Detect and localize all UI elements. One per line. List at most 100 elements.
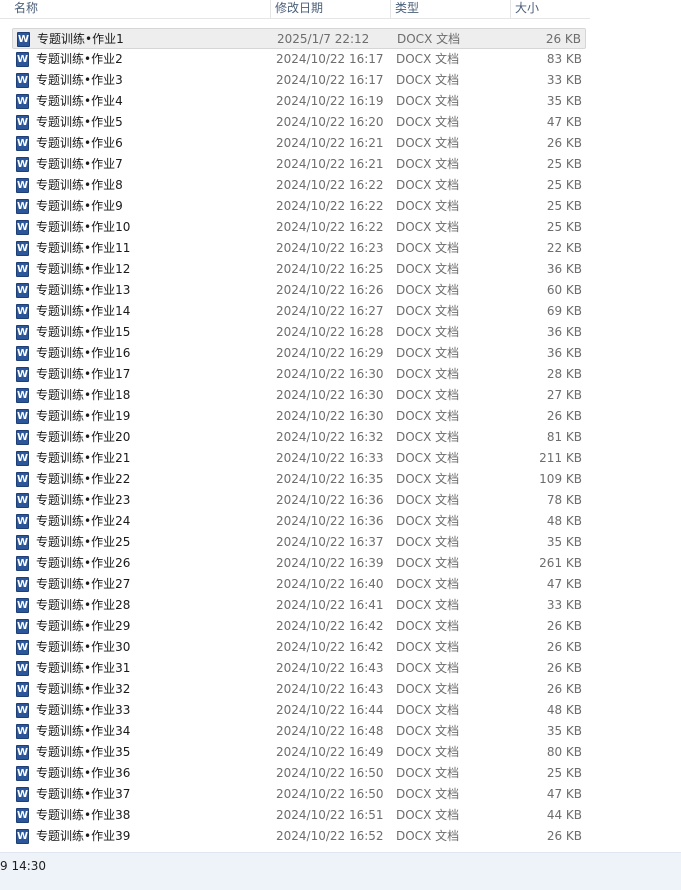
file-row[interactable]: W 专题训练•作业12 2024/10/22 16:25 DOCX 文档 36 KB <box>12 259 586 280</box>
file-row[interactable]: W 专题训练•作业30 2024/10/22 16:42 DOCX 文档 26 KB <box>12 637 586 658</box>
file-date: 2024/10/22 16:43 <box>276 661 384 675</box>
file-row[interactable]: W 专题训练•作业18 2024/10/22 16:30 DOCX 文档 27 KB <box>12 385 586 406</box>
file-row[interactable]: W 专题训练•作业39 2024/10/22 16:52 DOCX 文档 26 KB <box>12 826 586 847</box>
file-row[interactable]: W 专题训练•作业23 2024/10/22 16:36 DOCX 文档 78 KB <box>12 490 586 511</box>
word-doc-icon: W <box>16 283 29 298</box>
file-date: 2024/10/22 16:50 <box>276 766 384 780</box>
file-date: 2024/10/22 16:48 <box>276 724 384 738</box>
file-size: 25 KB <box>546 199 582 213</box>
status-text: 9 14:30 <box>0 859 47 873</box>
file-row[interactable]: W 专题训练•作业34 2024/10/22 16:48 DOCX 文档 35 KB <box>12 721 586 742</box>
column-header-name[interactable]: 名称 <box>10 0 270 18</box>
file-row[interactable]: W 专题训练•作业14 2024/10/22 16:27 DOCX 文档 69 KB <box>12 301 586 322</box>
word-doc-icon: W <box>16 493 29 508</box>
file-row[interactable]: W 专题训练•作业32 2024/10/22 16:43 DOCX 文档 26 KB <box>12 679 586 700</box>
word-doc-icon: W <box>16 157 29 172</box>
file-type: DOCX 文档 <box>396 661 460 675</box>
file-date: 2024/10/22 16:32 <box>276 430 384 444</box>
column-header-date[interactable]: 修改日期 <box>270 0 388 18</box>
file-row[interactable]: W 专题训练•作业5 2024/10/22 16:20 DOCX 文档 47 KB <box>12 112 586 133</box>
word-doc-icon: W <box>16 199 29 214</box>
file-row[interactable]: W 专题训练•作业3 2024/10/22 16:17 DOCX 文档 33 KB <box>12 70 586 91</box>
file-row[interactable]: W 专题训练•作业28 2024/10/22 16:41 DOCX 文档 33 KB <box>12 595 586 616</box>
file-type: DOCX 文档 <box>396 52 460 66</box>
file-name: 专题训练•作业15 <box>36 325 131 339</box>
file-date: 2024/10/22 16:21 <box>276 136 384 150</box>
file-name: 专题训练•作业35 <box>36 745 131 759</box>
file-row[interactable]: W 专题训练•作业15 2024/10/22 16:28 DOCX 文档 36 KB <box>12 322 586 343</box>
file-row[interactable]: W 专题训练•作业4 2024/10/22 16:19 DOCX 文档 35 KB <box>12 91 586 112</box>
file-name: 专题训练•作业26 <box>36 556 131 570</box>
file-size: 25 KB <box>546 220 582 234</box>
file-name: 专题训练•作业2 <box>36 52 123 66</box>
file-row[interactable]: W 专题训练•作业2 2024/10/22 16:17 DOCX 文档 83 KB <box>12 49 586 70</box>
file-row[interactable]: W 专题训练•作业26 2024/10/22 16:39 DOCX 文档 261 KB <box>12 553 586 574</box>
file-row[interactable]: W 专题训练•作业38 2024/10/22 16:51 DOCX 文档 44 KB <box>12 805 586 826</box>
file-type: DOCX 文档 <box>396 73 460 87</box>
file-date: 2024/10/22 16:42 <box>276 640 384 654</box>
file-date: 2024/10/22 16:29 <box>276 346 384 360</box>
file-size: 36 KB <box>546 325 582 339</box>
file-row[interactable]: W 专题训练•作业1 2025/1/7 22:12 DOCX 文档 26 KB <box>12 28 586 49</box>
file-row[interactable]: W 专题训练•作业29 2024/10/22 16:42 DOCX 文档 26 KB <box>12 616 586 637</box>
file-row[interactable]: W 专题训练•作业7 2024/10/22 16:21 DOCX 文档 25 KB <box>12 154 586 175</box>
file-size: 48 KB <box>546 514 582 528</box>
file-row[interactable]: W 专题训练•作业24 2024/10/22 16:36 DOCX 文档 48 KB <box>12 511 586 532</box>
file-type: DOCX 文档 <box>396 115 460 129</box>
file-row[interactable]: W 专题训练•作业19 2024/10/22 16:30 DOCX 文档 26 KB <box>12 406 586 427</box>
file-name: 专题训练•作业17 <box>36 367 131 381</box>
file-row[interactable]: W 专题训练•作业22 2024/10/22 16:35 DOCX 文档 109 KB <box>12 469 586 490</box>
file-size: 35 KB <box>546 94 582 108</box>
file-size: 26 KB <box>546 661 582 675</box>
word-doc-icon: W <box>16 787 29 802</box>
file-date: 2024/10/22 16:25 <box>276 262 384 276</box>
file-row[interactable]: W 专题训练•作业21 2024/10/22 16:33 DOCX 文档 211 KB <box>12 448 586 469</box>
word-doc-icon: W <box>16 388 29 403</box>
column-header-size[interactable]: 大小 <box>510 0 590 18</box>
file-row[interactable]: W 专题训练•作业27 2024/10/22 16:40 DOCX 文档 47 KB <box>12 574 586 595</box>
file-date: 2024/10/22 16:33 <box>276 451 384 465</box>
file-size: 22 KB <box>546 241 582 255</box>
file-row[interactable]: W 专题训练•作业35 2024/10/22 16:49 DOCX 文档 80 KB <box>12 742 586 763</box>
file-row[interactable]: W 专题训练•作业16 2024/10/22 16:29 DOCX 文档 36 KB <box>12 343 586 364</box>
file-row[interactable]: W 专题训练•作业11 2024/10/22 16:23 DOCX 文档 22 KB <box>12 238 586 259</box>
file-row[interactable]: W 专题训练•作业20 2024/10/22 16:32 DOCX 文档 81 KB <box>12 427 586 448</box>
file-row[interactable]: W 专题训练•作业6 2024/10/22 16:21 DOCX 文档 26 KB <box>12 133 586 154</box>
file-type: DOCX 文档 <box>396 808 460 822</box>
file-row[interactable]: W 专题训练•作业37 2024/10/22 16:50 DOCX 文档 47 KB <box>12 784 586 805</box>
file-date: 2024/10/22 16:44 <box>276 703 384 717</box>
file-name: 专题训练•作业11 <box>36 241 131 255</box>
file-row[interactable]: W 专题训练•作业36 2024/10/22 16:50 DOCX 文档 25 KB <box>12 763 586 784</box>
column-header-type[interactable]: 类型 <box>390 0 508 18</box>
file-type: DOCX 文档 <box>396 409 460 423</box>
file-row[interactable]: W 专题训练•作业10 2024/10/22 16:22 DOCX 文档 25 KB <box>12 217 586 238</box>
file-row[interactable]: W 专题训练•作业33 2024/10/22 16:44 DOCX 文档 48 KB <box>12 700 586 721</box>
file-date: 2024/10/22 16:28 <box>276 325 384 339</box>
file-date: 2024/10/22 16:26 <box>276 283 384 297</box>
file-row[interactable]: W 专题训练•作业25 2024/10/22 16:37 DOCX 文档 35 KB <box>12 532 586 553</box>
file-date: 2024/10/22 16:51 <box>276 808 384 822</box>
file-size: 26 KB <box>546 619 582 633</box>
file-row[interactable]: W 专题训练•作业8 2024/10/22 16:22 DOCX 文档 25 KB <box>12 175 586 196</box>
file-row[interactable]: W 专题训练•作业9 2024/10/22 16:22 DOCX 文档 25 KB <box>12 196 586 217</box>
word-doc-icon: W <box>16 52 29 67</box>
file-row[interactable]: W 专题训练•作业17 2024/10/22 16:30 DOCX 文档 28 KB <box>12 364 586 385</box>
word-doc-icon: W <box>16 619 29 634</box>
file-date: 2024/10/22 16:30 <box>276 367 384 381</box>
file-name: 专题训练•作业20 <box>36 430 131 444</box>
file-row[interactable]: W 专题训练•作业31 2024/10/22 16:43 DOCX 文档 26 KB <box>12 658 586 679</box>
word-doc-icon: W <box>16 94 29 109</box>
file-type: DOCX 文档 <box>396 472 460 486</box>
file-type: DOCX 文档 <box>396 682 460 696</box>
file-row[interactable]: W 专题训练•作业13 2024/10/22 16:26 DOCX 文档 60 KB <box>12 280 586 301</box>
file-type: DOCX 文档 <box>397 32 461 46</box>
file-date: 2024/10/22 16:20 <box>276 115 384 129</box>
file-name: 专题训练•作业19 <box>36 409 131 423</box>
file-size: 47 KB <box>546 787 582 801</box>
word-doc-icon: W <box>16 556 29 571</box>
word-doc-icon: W <box>16 136 29 151</box>
file-date: 2024/10/22 16:19 <box>276 94 384 108</box>
file-size: 80 KB <box>546 745 582 759</box>
word-doc-icon: W <box>16 829 29 844</box>
file-date: 2024/10/22 16:43 <box>276 682 384 696</box>
